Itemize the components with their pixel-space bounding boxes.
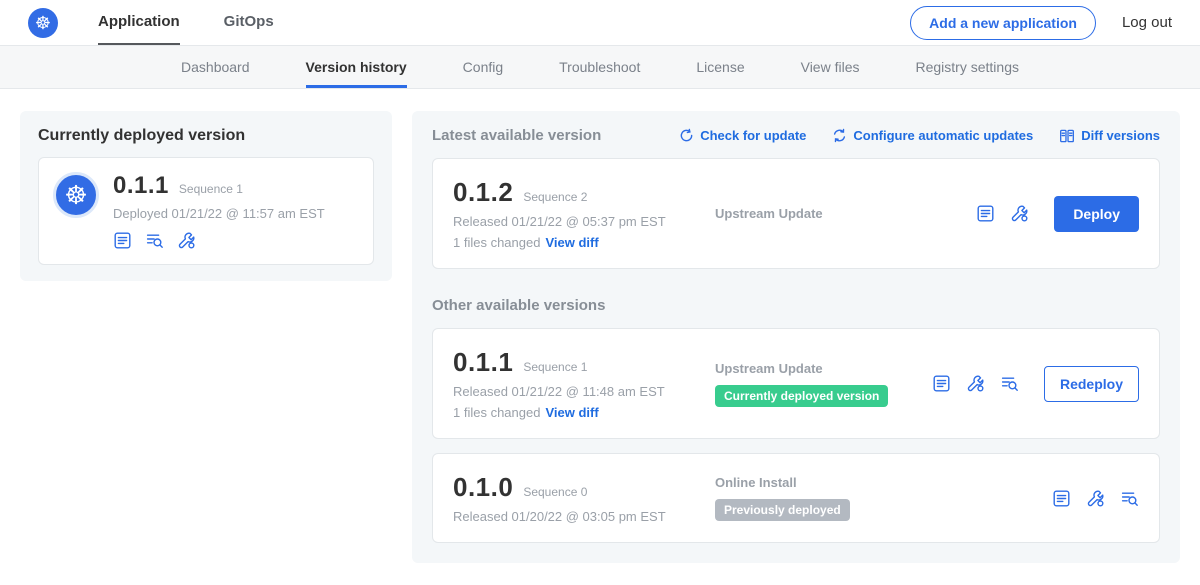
diff-versions-label: Diff versions bbox=[1081, 128, 1160, 143]
release-notes-icon[interactable] bbox=[113, 231, 132, 250]
deployed-version-number: 0.1.1 bbox=[113, 172, 169, 200]
version-details: 0.1.1 Sequence 1 Released 01/21/22 @ 11:… bbox=[453, 347, 715, 420]
release-notes-icon[interactable] bbox=[932, 374, 951, 393]
diff-icon bbox=[1059, 128, 1075, 144]
logout-link[interactable]: Log out bbox=[1122, 14, 1172, 31]
check-for-update-link[interactable]: Check for update bbox=[679, 128, 806, 144]
config-wrench-icon[interactable] bbox=[1086, 489, 1105, 508]
subnav-item-registry-settings[interactable]: Registry settings bbox=[916, 46, 1019, 88]
subnav-item-license[interactable]: License bbox=[696, 46, 744, 88]
files-changed-line: 1 files changed View diff bbox=[453, 235, 715, 250]
check-for-update-label: Check for update bbox=[700, 128, 806, 143]
kubernetes-app-icon: ☸ bbox=[53, 172, 99, 218]
version-details: 0.1.2 Sequence 2 Released 01/21/22 @ 05:… bbox=[453, 177, 715, 250]
sequence-label: Sequence 2 bbox=[523, 190, 587, 204]
version-card-0-1-1: 0.1.1 Sequence 1 Released 01/21/22 @ 11:… bbox=[432, 328, 1160, 439]
header-spacer bbox=[318, 0, 910, 45]
version-number: 0.1.1 bbox=[453, 347, 513, 378]
add-application-button[interactable]: Add a new application bbox=[910, 6, 1096, 40]
version-actions-right: Deploy bbox=[976, 196, 1139, 232]
version-actions: Check for update Configure automatic upd… bbox=[679, 128, 1160, 144]
released-date: Released 01/21/22 @ 11:48 am EST bbox=[453, 384, 715, 399]
tab-gitops[interactable]: GitOps bbox=[224, 0, 274, 45]
view-files-icon[interactable] bbox=[1120, 489, 1139, 508]
other-versions-title: Other available versions bbox=[432, 297, 1160, 314]
kubernetes-logo-icon: ☸ bbox=[28, 8, 58, 38]
configure-auto-updates-label: Configure automatic updates bbox=[853, 128, 1033, 143]
version-actions-right bbox=[1052, 489, 1139, 508]
source-label: Upstream Update bbox=[715, 206, 823, 221]
tab-application[interactable]: Application bbox=[98, 0, 180, 45]
subnav-item-dashboard[interactable]: Dashboard bbox=[181, 46, 250, 88]
version-card-0-1-0: 0.1.0 Sequence 0 Released 01/20/22 @ 03:… bbox=[432, 453, 1160, 543]
app-logo-wrap: ☸ bbox=[28, 0, 58, 45]
deployed-date: Deployed 01/21/22 @ 11:57 am EST bbox=[113, 206, 325, 221]
files-changed-count: 1 files changed bbox=[453, 235, 540, 250]
refresh-icon bbox=[679, 128, 694, 143]
release-notes-icon[interactable] bbox=[1052, 489, 1071, 508]
source-label: Online Install bbox=[715, 475, 797, 490]
subnav-item-troubleshoot[interactable]: Troubleshoot bbox=[559, 46, 640, 88]
main-content: Currently deployed version ☸ 0.1.1 Seque… bbox=[0, 89, 1200, 585]
view-diff-link[interactable]: View diff bbox=[545, 405, 598, 420]
currently-deployed-title: Currently deployed version bbox=[38, 127, 374, 145]
deployed-sequence-label: Sequence 1 bbox=[179, 182, 243, 196]
redeploy-button[interactable]: Redeploy bbox=[1044, 366, 1139, 402]
version-number: 0.1.2 bbox=[453, 177, 513, 208]
files-changed-count: 1 files changed bbox=[453, 405, 540, 420]
subnav-item-view-files[interactable]: View files bbox=[801, 46, 860, 88]
sequence-label: Sequence 1 bbox=[523, 360, 587, 374]
deployed-icon-row bbox=[113, 231, 325, 250]
config-wrench-icon[interactable] bbox=[966, 374, 985, 393]
files-changed-line: 1 files changed View diff bbox=[453, 405, 715, 420]
auto-update-icon bbox=[832, 128, 847, 143]
release-notes-icon[interactable] bbox=[976, 204, 995, 223]
subnav-item-config[interactable]: Config bbox=[463, 46, 503, 88]
latest-version-header: Latest available version Check for updat… bbox=[432, 127, 1160, 144]
top-header: ☸ Application GitOps Add a new applicati… bbox=[0, 0, 1200, 46]
deploy-button[interactable]: Deploy bbox=[1054, 196, 1139, 232]
view-files-icon[interactable] bbox=[1000, 374, 1019, 393]
previously-deployed-badge: Previously deployed bbox=[715, 499, 850, 521]
source-label: Upstream Update bbox=[715, 361, 823, 376]
header-right: Add a new application Log out bbox=[910, 0, 1172, 45]
version-history-panel: Latest available version Check for updat… bbox=[412, 111, 1180, 563]
version-card-0-1-2: 0.1.2 Sequence 2 Released 01/21/22 @ 05:… bbox=[432, 158, 1160, 269]
version-source: Upstream Update bbox=[715, 206, 976, 221]
view-diff-link[interactable]: View diff bbox=[545, 235, 598, 250]
version-number: 0.1.0 bbox=[453, 472, 513, 503]
latest-available-title: Latest available version bbox=[432, 127, 601, 144]
version-source: Online Install Previously deployed bbox=[715, 475, 1052, 521]
config-wrench-icon[interactable] bbox=[1010, 204, 1029, 223]
version-actions-right: Redeploy bbox=[932, 366, 1139, 402]
config-wrench-icon[interactable] bbox=[177, 231, 196, 250]
diff-versions-link[interactable]: Diff versions bbox=[1059, 128, 1160, 144]
released-date: Released 01/21/22 @ 05:37 pm EST bbox=[453, 214, 715, 229]
deployed-version-details: 0.1.1 Sequence 1 Deployed 01/21/22 @ 11:… bbox=[113, 172, 325, 250]
configure-auto-updates-link[interactable]: Configure automatic updates bbox=[832, 128, 1033, 144]
view-files-icon[interactable] bbox=[145, 231, 164, 250]
version-details: 0.1.0 Sequence 0 Released 01/20/22 @ 03:… bbox=[453, 472, 715, 524]
released-date: Released 01/20/22 @ 03:05 pm EST bbox=[453, 509, 715, 524]
app-subnav: Dashboard Version history Config Trouble… bbox=[0, 46, 1200, 89]
deployed-version-card: ☸ 0.1.1 Sequence 1 Deployed 01/21/22 @ 1… bbox=[38, 157, 374, 265]
currently-deployed-panel: Currently deployed version ☸ 0.1.1 Seque… bbox=[20, 111, 392, 281]
version-source: Upstream Update Currently deployed versi… bbox=[715, 361, 932, 407]
subnav-item-version-history[interactable]: Version history bbox=[306, 46, 407, 88]
sequence-label: Sequence 0 bbox=[523, 485, 587, 499]
currently-deployed-badge: Currently deployed version bbox=[715, 385, 888, 407]
